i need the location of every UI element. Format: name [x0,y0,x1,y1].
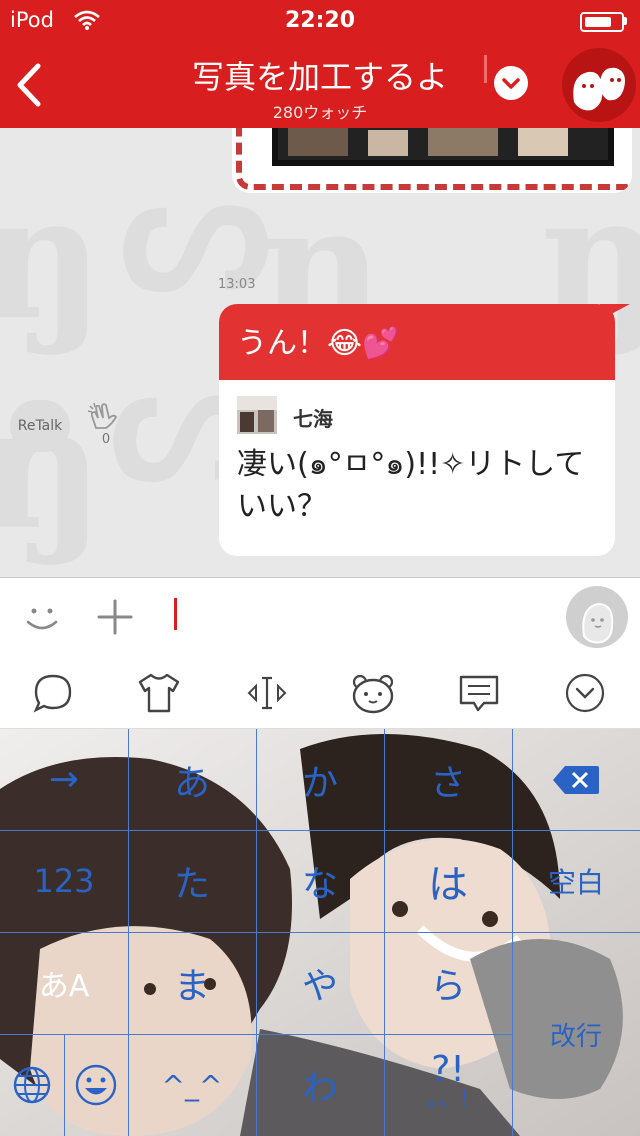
clap-count: 0 [101,432,111,447]
quote-text: 凄い(๑°ㅁ°๑)!!✧リトしていい？ [237,447,585,524]
message-bubble[interactable]: うん！😂💕 七海 凄い(๑°ㅁ°๑)!!✧リトしていい？ [219,304,615,556]
text-cursor[interactable] [174,598,177,630]
key-punct-small: 。、! [427,1087,469,1112]
message-text: うん！😂💕 [237,326,400,361]
battery-tip [624,17,627,25]
chat-subtitle: 280ウォッチ [272,103,368,122]
key-ra[interactable]: ら [384,932,512,1034]
keyboard-toolbar [0,658,640,729]
header-bar: iPod 22:20 写真を加工するよ 280ウォッチ [0,0,640,128]
key-wa[interactable]: わ [256,1034,384,1136]
key-question-exclaim: ?! [431,1049,465,1090]
key-123[interactable]: 123 [0,830,128,932]
key-ha[interactable]: は [384,830,512,932]
message-input-bar[interactable] [0,577,640,659]
key-ka[interactable]: か [256,729,384,830]
tshirt-icon[interactable] [136,672,182,714]
add-attachment-button[interactable] [96,598,134,636]
battery-level [585,17,611,27]
clap-button[interactable]: 0 [84,400,128,452]
quote-author: 七海 [293,407,333,431]
emoji-button[interactable] [22,598,62,638]
key-emoji[interactable] [64,1034,128,1136]
key-space[interactable]: 空白 [512,830,640,932]
key-mode-toggle[interactable]: あA [0,932,128,1034]
key-ta[interactable]: た [128,830,256,932]
chat-title: 写真を加工するよ [191,58,448,96]
battery-icon [580,12,624,32]
key-a[interactable]: あ [128,729,256,830]
globe-icon [13,1066,51,1104]
key-kaomoji[interactable]: ^_^ [128,1034,256,1136]
key-na[interactable]: な [256,830,384,932]
retalk-button[interactable]: ReTalk [10,400,70,452]
ghost-mascot-icon [573,67,625,111]
keyboard: → あ か さ 123 た な は 空白 あA ま や ら 改行 ^_^ わ ?… [0,729,640,1136]
ghost-avatar-icon [582,602,614,644]
key-ya[interactable]: や [256,932,384,1034]
bubble-header: うん！😂💕 [219,304,615,380]
key-sa[interactable]: さ [384,729,512,830]
key-globe[interactable] [0,1034,64,1136]
group-avatar[interactable] [562,48,636,122]
key-arrow-right[interactable]: → [0,729,128,830]
smiley-icon [75,1064,117,1106]
photo-content [288,128,568,156]
key-backspace[interactable] [512,729,640,830]
key-punctuation[interactable]: ?! 。、! [384,1034,512,1136]
speech-bubble-icon[interactable] [32,672,74,714]
title-accent-mark [484,55,487,83]
cursor-move-icon[interactable] [244,672,290,714]
back-button[interactable] [12,60,48,110]
key-ma[interactable]: ま [128,932,256,1034]
chevron-down-icon [502,78,520,89]
message-icon[interactable] [456,672,502,714]
quote-photo [237,396,277,432]
dropdown-button[interactable] [494,66,528,100]
status-time: 22:20 [284,8,356,33]
clap-hands-icon [87,402,118,429]
bear-face-icon[interactable] [350,672,396,714]
chat-area[interactable]: ŋ ᔕ ŋ ŋ ŋ ᔕ 13:03 ReTalk 0 うん！😂💕 七海 凄い(๑… [0,128,640,576]
backspace-icon [553,765,599,794]
background-watermark: ŋ [0,368,104,568]
quote-thumbnail [237,396,277,434]
background-watermark: ŋ [0,158,104,358]
photo-thumbnail [272,128,614,166]
key-return[interactable]: 改行 [512,932,640,1136]
message-timestamp: 13:03 [218,277,256,292]
collapse-icon[interactable] [564,672,606,714]
photo-message[interactable] [232,128,632,193]
profile-avatar-button[interactable] [566,586,628,648]
bubble-tail [600,304,630,320]
